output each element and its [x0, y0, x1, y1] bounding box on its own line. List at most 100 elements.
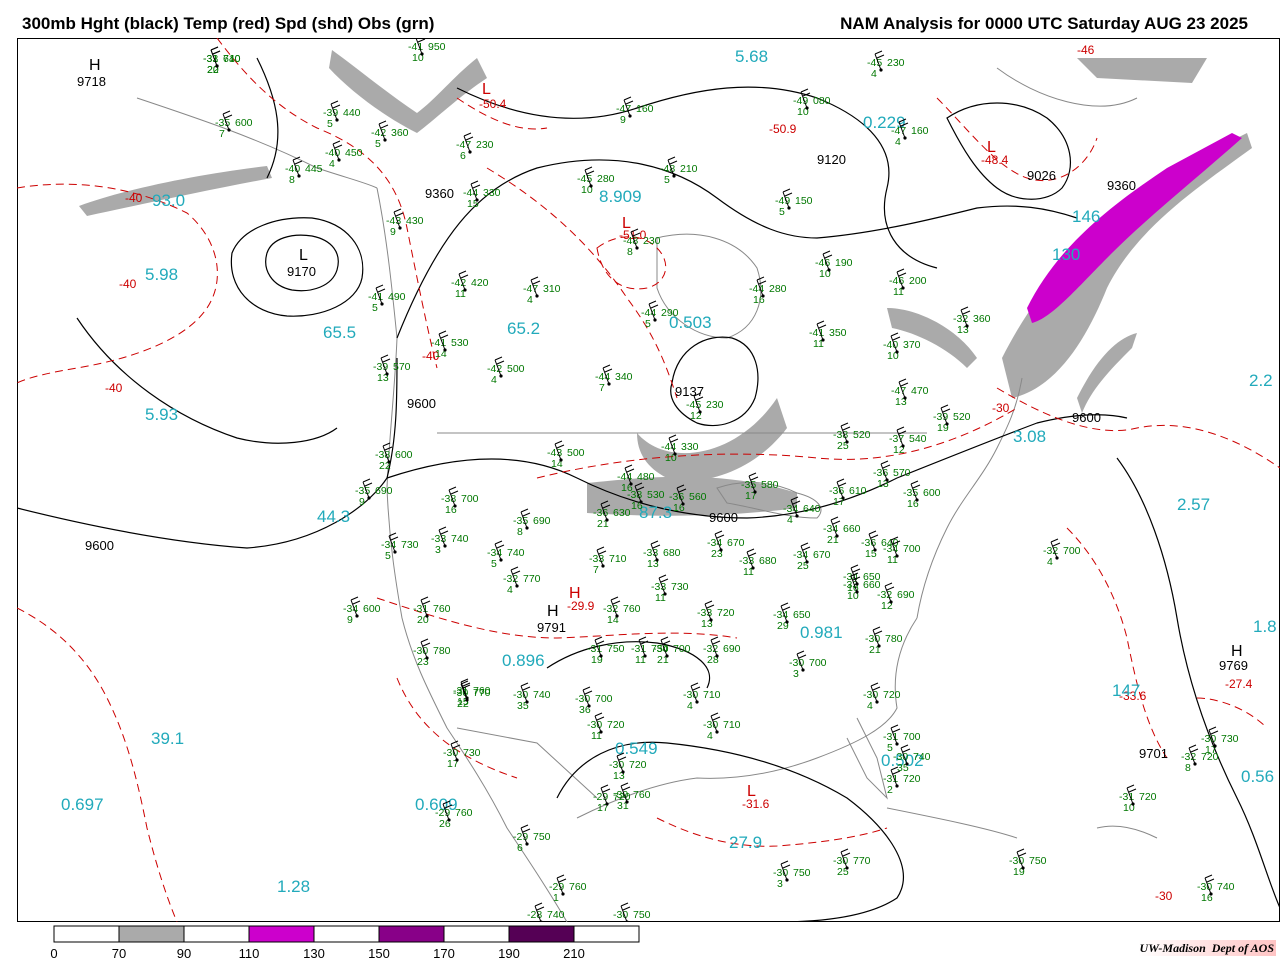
station-dewpoint-spread: 7	[599, 382, 605, 394]
speed-label: 93.0	[152, 191, 185, 210]
station-height: 520	[853, 429, 871, 441]
station-height: 760	[569, 881, 587, 893]
station-dewpoint-spread: 3	[777, 878, 783, 890]
temp-label: -40	[119, 277, 137, 291]
station-height: 720	[883, 689, 901, 701]
scale-segment	[313, 925, 380, 943]
station-height: 740	[451, 533, 469, 545]
station-height: 330	[681, 441, 699, 453]
station-height: 500	[567, 447, 585, 459]
height-label: 9120	[817, 152, 846, 167]
station-height: 330	[483, 187, 501, 199]
station-dewpoint-spread: 5	[375, 138, 381, 150]
height-label: 9791	[537, 620, 566, 635]
credit-dept: Dept of AOS	[1211, 941, 1274, 955]
temp-label: -30	[1155, 889, 1173, 903]
station-dewpoint-spread: 4	[1047, 556, 1053, 568]
scale-label: 90	[177, 946, 191, 960]
station-height: 280	[769, 283, 787, 295]
scale-segment	[183, 925, 250, 943]
station-dewpoint-spread: 4	[507, 584, 513, 596]
speed-label: 0.981	[800, 623, 843, 642]
station-height: 700	[1063, 545, 1081, 557]
station-height: 750	[633, 909, 651, 921]
station-height: 570	[893, 467, 911, 479]
station-dewpoint-spread: 5	[779, 206, 785, 218]
scale-label: 130	[303, 946, 325, 960]
station-height: 700	[673, 643, 691, 655]
credit-org: UW-Madison	[1139, 941, 1206, 955]
temp-label: -40	[125, 191, 143, 205]
station-dewpoint-spread: 8	[627, 246, 633, 258]
scale-label: 170	[433, 946, 455, 960]
station-dewpoint-spread: 1	[553, 892, 559, 904]
station-dewpoint-spread: 3	[435, 544, 441, 556]
speed-label: 5.68	[735, 47, 768, 66]
station-dewpoint-spread: 4	[527, 294, 533, 306]
temp-label: -27.4	[1225, 677, 1253, 691]
station-height: 730	[671, 581, 689, 593]
station-height: 190	[835, 257, 853, 269]
station-height: 530	[451, 337, 469, 349]
station-height: 730	[463, 747, 481, 759]
low-marker: L	[299, 247, 308, 264]
high-marker: H	[89, 57, 101, 74]
station-height: 700	[595, 693, 613, 705]
station-dewpoint-spread: 5	[372, 302, 378, 314]
credit: UW-Madison Dept of AOS	[1137, 940, 1276, 956]
station-height: 700	[461, 493, 479, 505]
station-height: 160	[636, 103, 654, 115]
station-dewpoint-spread: 5	[491, 558, 497, 570]
station-height: 700	[809, 657, 827, 669]
station-height: 760	[633, 789, 651, 801]
station-dewpoint-spread: 5	[327, 118, 333, 130]
station-height: 440	[343, 107, 361, 119]
station-height: 700	[903, 731, 921, 743]
station-height: 690	[897, 589, 915, 601]
station-height: 760	[433, 603, 451, 615]
speed-label: 65.5	[323, 323, 356, 342]
station-dewpoint-spread: 9	[359, 496, 365, 508]
station-height: 770	[473, 687, 491, 699]
station-dewpoint-spread: 4	[329, 158, 335, 170]
temp-label: -40	[105, 381, 123, 395]
station-height: 500	[507, 363, 525, 375]
station-height: 280	[597, 173, 615, 185]
station-dewpoint-spread: 4	[787, 514, 793, 526]
speed-label: 147	[1112, 681, 1140, 700]
scale-label: 210	[563, 946, 585, 960]
station-height: 650	[793, 609, 811, 621]
station-height: 680	[759, 555, 777, 567]
station-dewpoint-spread: 3	[793, 668, 799, 680]
station-height: 950	[428, 41, 446, 53]
speed-label: 1.28	[277, 877, 310, 896]
low-marker-temp: L	[482, 81, 491, 98]
station-height: 720	[607, 719, 625, 731]
map-title-right: NAM Analysis for 0000 UTC Saturday AUG 2…	[840, 14, 1248, 33]
scale-segment	[378, 925, 445, 943]
station-height: 360	[973, 313, 991, 325]
station-height: 230	[887, 57, 905, 69]
speed-label: 2.57	[1177, 495, 1210, 514]
speed-label: 146	[1072, 207, 1100, 226]
station-dewpoint-spread: 7	[593, 564, 599, 576]
scale-label: 190	[498, 946, 520, 960]
station-height: 720	[629, 759, 647, 771]
station-height: 445	[305, 163, 323, 175]
station-dewpoint-spread: 4	[871, 68, 877, 80]
high-marker: H	[1231, 643, 1243, 660]
station-dewpoint-spread: 5	[664, 174, 670, 186]
scale-segment	[248, 925, 315, 943]
speed-label: 1.8	[1253, 617, 1277, 636]
station-height: 580	[761, 479, 779, 491]
station-height: 780	[433, 645, 451, 657]
scale-label: 150	[368, 946, 390, 960]
station-dewpoint-spread: 5	[385, 550, 391, 562]
station-dewpoint-spread: 2	[887, 784, 893, 796]
station-height: 560	[689, 491, 707, 503]
station-height: 720	[903, 773, 921, 785]
height-label: 9600	[407, 396, 436, 411]
scale-label: 70	[112, 946, 126, 960]
station-height: 690	[533, 515, 551, 527]
station-dewpoint-spread: 4	[491, 374, 497, 386]
